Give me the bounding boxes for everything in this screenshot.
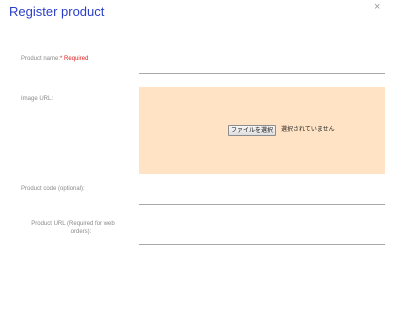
product-url-label-line2: orders): [70, 229, 92, 235]
product-code-input[interactable] [139, 194, 385, 205]
product-code-label: Product code (optional): [21, 186, 85, 192]
product-name-input[interactable] [139, 63, 385, 74]
image-url-label: Image URL: [21, 96, 54, 102]
product-name-label: Product name:* Required [21, 55, 88, 63]
close-icon[interactable]: × [374, 1, 380, 13]
product-url-label-line1: Product URL (Required for web [31, 221, 115, 227]
file-status-text: 選択されていません [281, 126, 335, 133]
product-url-label: Product URL (Required for web orders): [21, 220, 125, 236]
product-url-input[interactable] [139, 234, 385, 245]
image-upload-area[interactable]: ファイルを選択 選択されていません [139, 87, 385, 174]
dialog-title: Register product [9, 4, 105, 19]
product-name-label-text: Product name: [21, 56, 61, 62]
required-marker: * Required [60, 56, 89, 62]
choose-file-button[interactable]: ファイルを選択 [228, 125, 277, 136]
